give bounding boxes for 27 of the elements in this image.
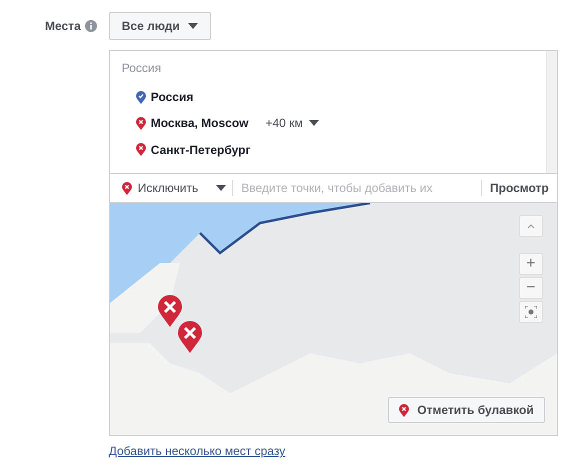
group-heading: Россия [122, 61, 162, 75]
browse-button[interactable]: Просмотр [488, 181, 551, 195]
bulk-add-link[interactable]: Добавить несколько мест сразу [108, 444, 286, 458]
map-pin-icon[interactable] [178, 321, 202, 353]
field-label: Места [45, 19, 81, 33]
caret-icon [216, 185, 226, 191]
location-name: Санкт-Петербург [150, 142, 250, 157]
info-icon[interactable] [84, 20, 97, 32]
location-name: Москва, Moscow [150, 116, 248, 130]
cross-pin-icon [122, 182, 132, 194]
zoom-in-button[interactable]: + [518, 253, 543, 275]
locate-button[interactable] [518, 301, 543, 323]
focus-icon [524, 306, 537, 318]
radius-dropdown[interactable]: +40 км [266, 116, 319, 130]
mode-dropdown[interactable]: Исключить [122, 181, 226, 195]
caret-icon [188, 23, 198, 29]
location-name: Россия [150, 90, 194, 104]
drop-pin-button[interactable]: Отметить булавкой [388, 397, 545, 423]
scrollbar[interactable] [546, 51, 557, 173]
caret-icon [308, 120, 319, 126]
chevron-up-icon [526, 224, 535, 228]
cross-pin-icon [399, 404, 410, 416]
map[interactable]: + − Отметить булавкой [108, 203, 558, 436]
map-pin-icon[interactable] [158, 295, 182, 327]
location-search-bar[interactable]: Исключить Введите точки, чтобы добавить их Просмотр [108, 174, 558, 203]
zoom-out-button[interactable]: − [518, 277, 543, 299]
audience-dropdown[interactable]: Все люди [108, 12, 211, 40]
